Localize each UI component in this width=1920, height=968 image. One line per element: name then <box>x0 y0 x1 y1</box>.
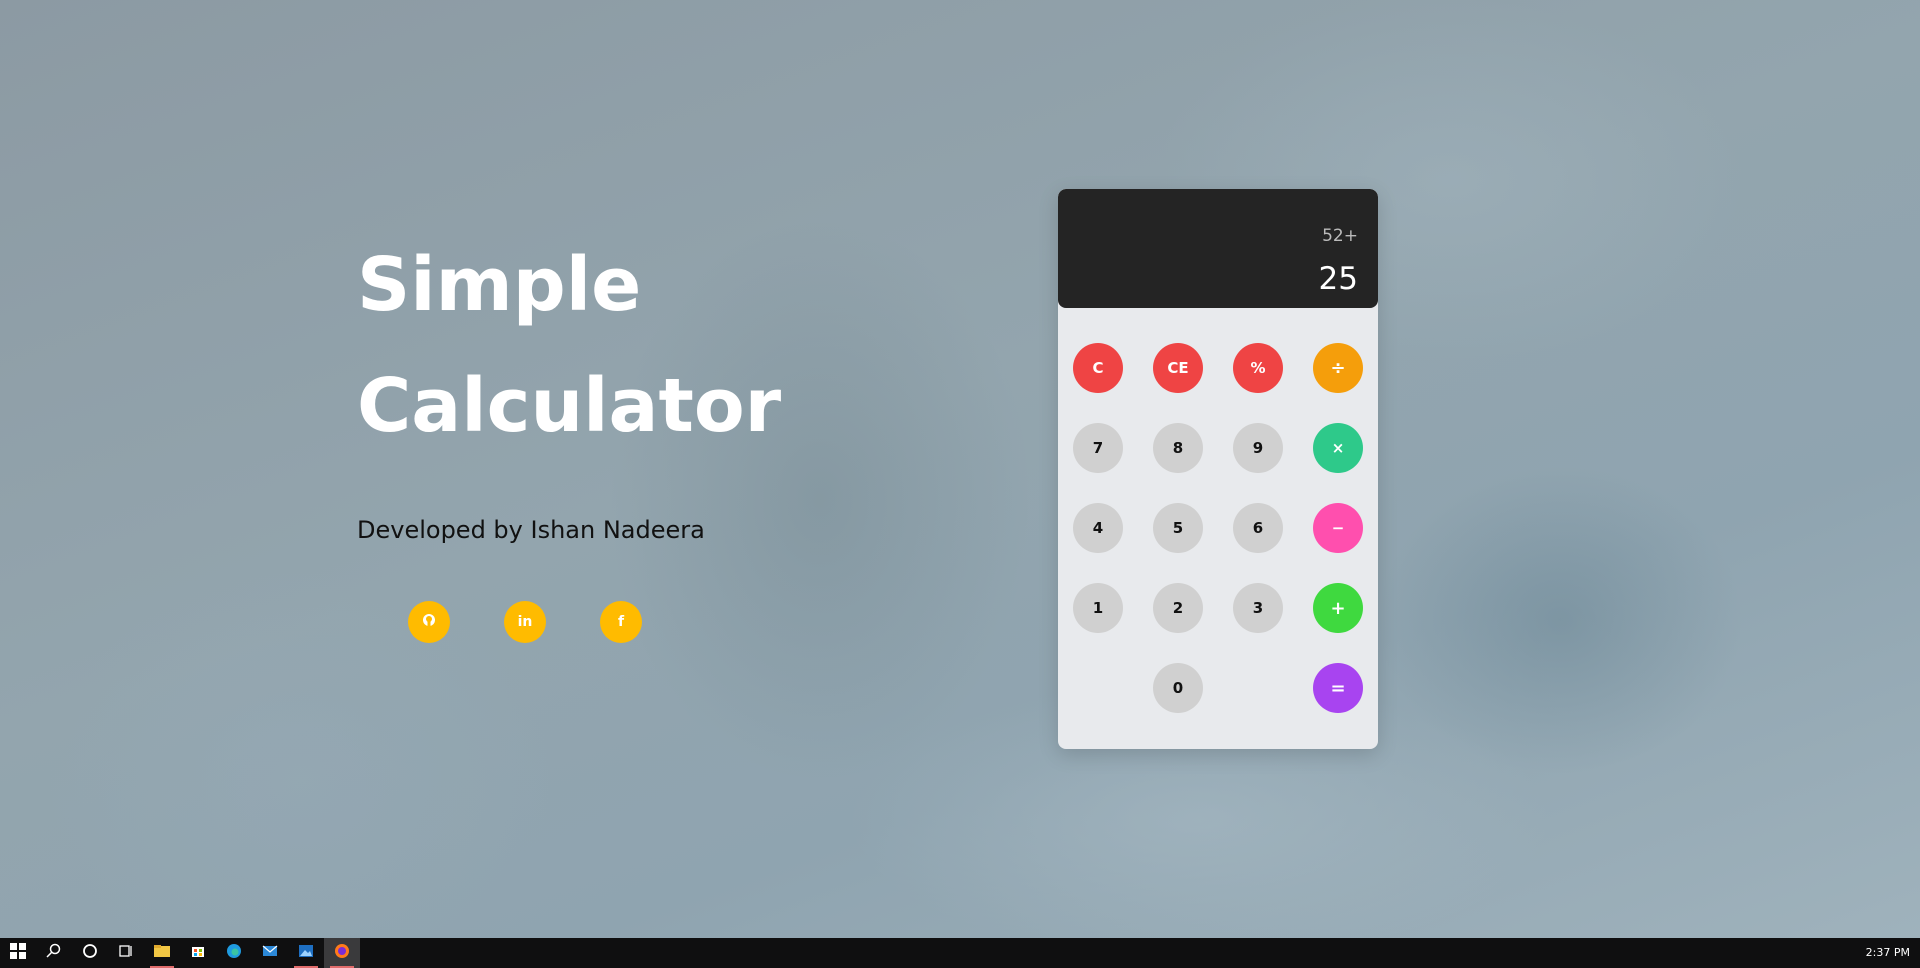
subtract-button[interactable]: − <box>1313 503 1363 553</box>
digit-9-button[interactable]: 9 <box>1233 423 1283 473</box>
start-button[interactable] <box>0 938 36 968</box>
digit-3-button[interactable]: 3 <box>1233 583 1283 633</box>
percent-button[interactable]: % <box>1233 343 1283 393</box>
current-operand: 25 <box>1318 261 1358 297</box>
task-view-button[interactable] <box>108 938 144 968</box>
file-explorer-button[interactable] <box>144 938 180 968</box>
photos-icon <box>298 943 314 963</box>
windows-icon <box>10 943 26 963</box>
search-icon <box>46 943 62 963</box>
mail-button[interactable] <box>252 938 288 968</box>
github-link[interactable] <box>408 601 450 643</box>
store-icon <box>190 943 206 963</box>
digit-6-button[interactable]: 6 <box>1233 503 1283 553</box>
folder-icon <box>153 943 171 963</box>
digit-0-button[interactable]: 0 <box>1153 663 1203 713</box>
digit-8-button[interactable]: 8 <box>1153 423 1203 473</box>
background-image <box>0 0 1920 938</box>
digit-1-button[interactable]: 1 <box>1073 583 1123 633</box>
previous-operand: 52+ <box>1322 226 1358 246</box>
calculator-keypad: C CE % ÷ 7 8 9 × 4 5 6 − 1 2 3 + 0 = <box>1058 308 1378 749</box>
linkedin-link[interactable]: in <box>504 601 546 643</box>
system-clock[interactable]: 2:37 PM <box>1866 938 1910 968</box>
edge-icon <box>226 943 242 963</box>
cortana-button[interactable] <box>72 938 108 968</box>
store-button[interactable] <box>180 938 216 968</box>
social-links: in f <box>408 601 642 643</box>
firefox-icon <box>334 943 350 963</box>
github-icon <box>421 612 437 632</box>
clear-entry-button[interactable]: CE <box>1153 343 1203 393</box>
divide-button[interactable]: ÷ <box>1313 343 1363 393</box>
calculator-display: 52+ 25 <box>1058 189 1378 308</box>
equals-button[interactable]: = <box>1313 663 1363 713</box>
page-title: Simple Calculator <box>357 225 781 467</box>
edge-button[interactable] <box>216 938 252 968</box>
photos-button[interactable] <box>288 938 324 968</box>
facebook-icon: f <box>617 614 625 630</box>
firefox-button[interactable] <box>324 938 360 968</box>
linkedin-icon: in <box>517 614 533 630</box>
clear-button[interactable]: C <box>1073 343 1123 393</box>
developer-credit: Developed by Ishan Nadeera <box>357 516 705 544</box>
mail-icon <box>262 943 278 963</box>
multiply-button[interactable]: × <box>1313 423 1363 473</box>
digit-4-button[interactable]: 4 <box>1073 503 1123 553</box>
calculator: 52+ 25 C CE % ÷ 7 8 9 × 4 5 6 − 1 2 3 + … <box>1058 189 1378 749</box>
add-button[interactable]: + <box>1313 583 1363 633</box>
taskbar: 2:37 PM <box>0 938 1920 968</box>
digit-7-button[interactable]: 7 <box>1073 423 1123 473</box>
digit-2-button[interactable]: 2 <box>1153 583 1203 633</box>
cortana-icon <box>82 943 98 963</box>
facebook-link[interactable]: f <box>600 601 642 643</box>
task-view-icon <box>118 943 134 963</box>
digit-5-button[interactable]: 5 <box>1153 503 1203 553</box>
title-line-calculator: Calculator <box>357 363 782 449</box>
search-button[interactable] <box>36 938 72 968</box>
title-line-simple: Simple <box>357 242 642 328</box>
hero-section: Simple Calculator <box>357 225 781 467</box>
